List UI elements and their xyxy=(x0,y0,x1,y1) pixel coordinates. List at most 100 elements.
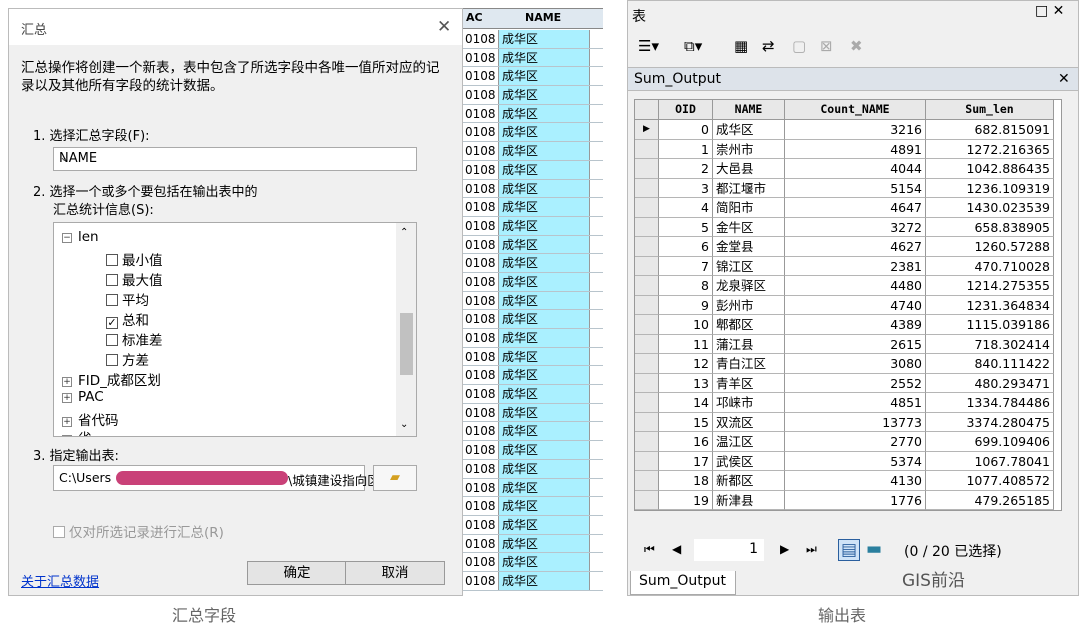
table-row[interactable]: 3 都江堰市 5154 1236.109319 xyxy=(635,178,1061,198)
table-row[interactable]: 7 锦江区 2381 470.710028 xyxy=(635,256,1061,276)
table-row[interactable]: 18 新都区 4130 1077.408572 xyxy=(635,471,1061,491)
cell-name[interactable]: 大邑县 xyxy=(713,159,785,179)
bg-col-pac[interactable]: AC xyxy=(466,11,483,24)
bg-col-name[interactable]: NAME xyxy=(525,11,561,24)
checkbox-checked-icon[interactable]: ✓ xyxy=(106,317,118,329)
cell-name[interactable]: 邛崃市 xyxy=(713,393,785,413)
row-selector[interactable] xyxy=(635,334,659,354)
cell-name[interactable]: 青白江区 xyxy=(713,354,785,374)
cell-sum[interactable]: 3374.280475 xyxy=(926,412,1054,432)
bg-table-row[interactable]: 0108 成华区 xyxy=(463,235,603,255)
cell-name[interactable]: 蒲江县 xyxy=(713,334,785,354)
stat-max[interactable]: 最大值 xyxy=(106,269,163,289)
cell-count[interactable]: 5374 xyxy=(785,451,926,471)
cell-count[interactable]: 4627 xyxy=(785,237,926,257)
table-row[interactable]: ▶ 0 成华区 3216 682.815091 xyxy=(635,120,1061,140)
bg-table-row[interactable]: 0108 成华区 xyxy=(463,422,603,442)
table-row[interactable]: 5 金牛区 3272 658.838905 xyxy=(635,217,1061,237)
cell-oid[interactable]: 18 xyxy=(659,471,713,491)
cell-sum[interactable]: 718.302414 xyxy=(926,334,1054,354)
row-selector[interactable] xyxy=(635,139,659,159)
row-selector[interactable] xyxy=(635,178,659,198)
bg-table-row[interactable]: 0108 成华区 xyxy=(463,534,603,554)
row-selector[interactable] xyxy=(635,198,659,218)
stat-avg[interactable]: 平均 xyxy=(106,289,149,309)
bg-table-row[interactable]: 0108 成华区 xyxy=(463,329,603,348)
cell-count[interactable]: 3216 xyxy=(785,120,926,140)
cell-sum[interactable]: 470.710028 xyxy=(926,256,1054,276)
table-row[interactable]: 6 金堂县 4627 1260.57288 xyxy=(635,237,1061,257)
cell-oid[interactable]: 19 xyxy=(659,490,713,510)
only-selected-checkbox[interactable]: 仅对所选记录进行汇总(R) xyxy=(53,521,224,541)
row-selector[interactable] xyxy=(635,256,659,276)
cell-sum[interactable]: 682.815091 xyxy=(926,120,1054,140)
row-selector[interactable] xyxy=(635,295,659,315)
cell-oid[interactable]: 2 xyxy=(659,159,713,179)
cell-sum[interactable]: 1214.275355 xyxy=(926,276,1054,296)
bg-table-row[interactable]: 0108 成华区 xyxy=(463,86,603,105)
bg-table-row[interactable]: 0108 成华区 xyxy=(463,366,603,386)
bg-table-row[interactable]: 0108 成华区 xyxy=(463,216,603,236)
cell-name[interactable]: 彭州市 xyxy=(713,295,785,315)
expand-icon[interactable]: + xyxy=(62,393,72,403)
expand-icon[interactable]: + xyxy=(62,377,72,387)
cell-name[interactable]: 新都区 xyxy=(713,471,785,491)
cell-name[interactable]: 锦江区 xyxy=(713,256,785,276)
cell-sum[interactable]: 480.293471 xyxy=(926,373,1054,393)
checkbox-icon[interactable] xyxy=(106,294,118,306)
cell-oid[interactable]: 13 xyxy=(659,373,713,393)
bg-table-row[interactable]: 0108 成华区 xyxy=(463,67,603,87)
table-row[interactable]: 1 崇州市 4891 1272.216365 xyxy=(635,139,1061,159)
cell-count[interactable]: 2552 xyxy=(785,373,926,393)
tree-node-fid[interactable]: + FID_成都区划 xyxy=(62,369,161,389)
cell-oid[interactable]: 4 xyxy=(659,198,713,218)
checkbox-icon[interactable] xyxy=(106,354,118,366)
checkbox-icon[interactable] xyxy=(106,334,118,346)
table-row[interactable]: 4 简阳市 4647 1430.023539 xyxy=(635,198,1061,218)
table-row[interactable]: 14 邛崃市 4851 1334.784486 xyxy=(635,393,1061,413)
table-row[interactable]: 15 双流区 13773 3374.280475 xyxy=(635,412,1061,432)
bg-table-row[interactable]: 0108 成华区 xyxy=(463,515,603,535)
tree-scrollbar[interactable]: ⌃ ⌄ xyxy=(396,223,416,436)
expand-icon[interactable]: + xyxy=(62,435,72,436)
row-selector[interactable] xyxy=(635,393,659,413)
cell-name[interactable]: 青羊区 xyxy=(713,373,785,393)
stat-sum[interactable]: ✓ 总和 xyxy=(106,309,149,329)
cell-oid[interactable]: 7 xyxy=(659,256,713,276)
about-summarize-link[interactable]: 关于汇总数据 xyxy=(21,571,99,590)
cell-name[interactable]: 成华区 xyxy=(713,120,785,140)
col-header-sum[interactable]: Sum_len xyxy=(926,100,1054,120)
cell-count[interactable]: 3272 xyxy=(785,217,926,237)
row-selector[interactable] xyxy=(635,237,659,257)
row-selector[interactable] xyxy=(635,354,659,374)
select-by-attributes-icon[interactable]: ▦ xyxy=(734,37,748,55)
browse-folder-button[interactable]: ▰ xyxy=(373,465,417,491)
stat-var[interactable]: 方差 xyxy=(106,349,149,369)
cell-count[interactable]: 3080 xyxy=(785,354,926,374)
bg-table-row[interactable]: 0108 成华区 xyxy=(463,48,603,68)
close-x-icon[interactable]: ✖ xyxy=(850,37,863,55)
bg-table-row[interactable]: 0108 成华区 xyxy=(463,291,603,311)
cell-oid[interactable]: 6 xyxy=(659,237,713,257)
row-selector[interactable] xyxy=(635,432,659,452)
bottom-table-tab[interactable]: Sum_Output xyxy=(630,571,736,595)
row-selector[interactable] xyxy=(635,412,659,432)
cancel-button[interactable]: 取消 xyxy=(345,561,445,585)
col-header-name[interactable]: NAME xyxy=(713,100,785,120)
collapse-icon[interactable]: − xyxy=(62,233,72,243)
switch-selection-icon[interactable]: ⇄ xyxy=(762,37,775,55)
bg-table-row[interactable]: 0108 成华区 xyxy=(463,459,603,479)
cell-sum[interactable]: 658.838905 xyxy=(926,217,1054,237)
scroll-up-icon[interactable]: ⌃ xyxy=(400,227,408,238)
table-row[interactable]: 10 郫都区 4389 1115.039186 xyxy=(635,315,1061,335)
bg-table-row[interactable]: 0108 成华区 xyxy=(463,254,603,273)
cell-name[interactable]: 金牛区 xyxy=(713,217,785,237)
cell-name[interactable]: 龙泉驿区 xyxy=(713,276,785,296)
cell-name[interactable]: 简阳市 xyxy=(713,198,785,218)
stat-std[interactable]: 标准差 xyxy=(106,329,163,349)
bg-table-row[interactable]: 0108 成华区 xyxy=(463,478,603,498)
cell-name[interactable]: 崇州市 xyxy=(713,139,785,159)
cell-oid[interactable]: 3 xyxy=(659,178,713,198)
col-header-count[interactable]: Count_NAME xyxy=(785,100,926,120)
bg-table-row[interactable]: 0108 成华区 xyxy=(463,385,603,404)
